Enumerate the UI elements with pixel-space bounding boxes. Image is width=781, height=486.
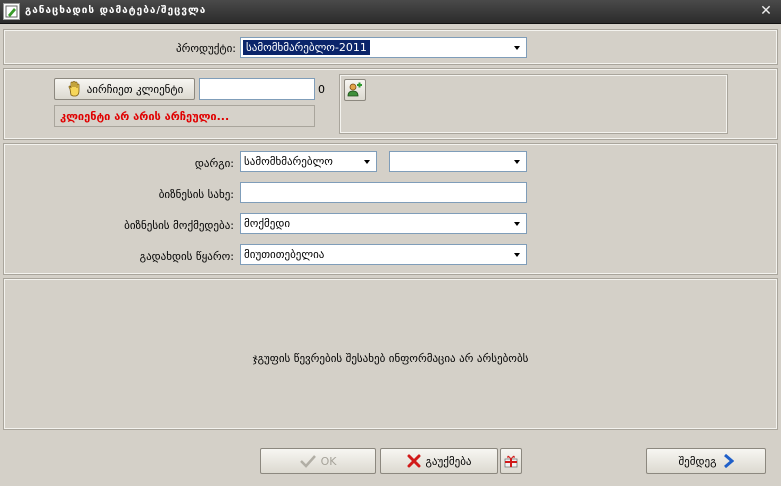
product-label: პროდუქტი: xyxy=(176,42,236,55)
hand-icon xyxy=(68,81,80,97)
choose-client-button-label: აირჩიეთ კლიენტი xyxy=(86,82,184,96)
group-info-empty-message: ჯგუფის წევრების შესახებ ინფორმაცია არ არ… xyxy=(252,352,529,365)
red-x-icon xyxy=(407,454,420,468)
next-button-label: შემდეგ xyxy=(678,454,717,468)
gift-button[interactable] xyxy=(500,448,522,474)
business-activity-select-value: მოქმედი xyxy=(244,217,291,230)
product-select-value: სამომხმარებლო-2011 xyxy=(243,40,370,55)
chevron-down-icon[interactable] xyxy=(508,39,525,56)
business-activity-label: ბიზნესის მოქმედება: xyxy=(124,219,234,232)
chevron-down-icon[interactable] xyxy=(508,215,525,232)
client-count: 0 xyxy=(318,83,325,96)
product-select[interactable]: სამომხმარებლო-2011 xyxy=(240,37,527,58)
cancel-button-label: გაუქმება xyxy=(425,454,472,468)
category-label: დარგი: xyxy=(194,157,234,170)
business-name-input[interactable] xyxy=(240,182,527,203)
edit-green-icon xyxy=(3,3,20,20)
chevron-down-icon[interactable] xyxy=(508,246,525,263)
client-status: კლიენტი არ არის არჩეული... xyxy=(54,105,315,127)
category-select[interactable]: სამომხმარებლო xyxy=(240,151,377,172)
choose-client-button[interactable]: აირჩიეთ კლიენტი xyxy=(54,78,195,100)
client-id-input[interactable] xyxy=(199,78,315,100)
add-client-icon xyxy=(347,82,362,97)
chevron-down-icon[interactable] xyxy=(358,153,375,170)
repayment-source-select-value: მიუთითებელია xyxy=(244,248,325,261)
title-bar: განაცხადის დამატება/შეცვლა ✕ xyxy=(0,0,781,24)
chevron-down-icon[interactable] xyxy=(508,153,525,170)
business-name-label: ბიზნესის სახე: xyxy=(158,188,234,201)
business-activity-select[interactable]: მოქმედი xyxy=(240,213,527,234)
ok-button[interactable]: OK xyxy=(260,448,376,474)
add-client-button[interactable] xyxy=(344,79,366,101)
window-title: განაცხადის დამატება/შეცვლა xyxy=(25,5,207,16)
chevron-right-icon xyxy=(723,454,734,468)
client-side-panel xyxy=(339,74,728,134)
subcategory-select[interactable] xyxy=(389,151,527,172)
ok-button-label: OK xyxy=(320,454,337,468)
cancel-button[interactable]: გაუქმება xyxy=(380,448,498,474)
gift-icon xyxy=(504,455,518,468)
close-icon[interactable]: ✕ xyxy=(757,2,775,20)
dialog-body: პროდუქტი: სამომხმარებლო-2011 აირჩიეთ კლი… xyxy=(3,24,778,482)
repayment-source-select[interactable]: მიუთითებელია xyxy=(240,244,527,265)
repayment-source-label: გადახდის წყარო: xyxy=(139,250,234,263)
category-select-value: სამომხმარებლო xyxy=(244,155,333,168)
next-button[interactable]: შემდეგ xyxy=(646,448,766,474)
checkmark-icon xyxy=(299,455,316,468)
